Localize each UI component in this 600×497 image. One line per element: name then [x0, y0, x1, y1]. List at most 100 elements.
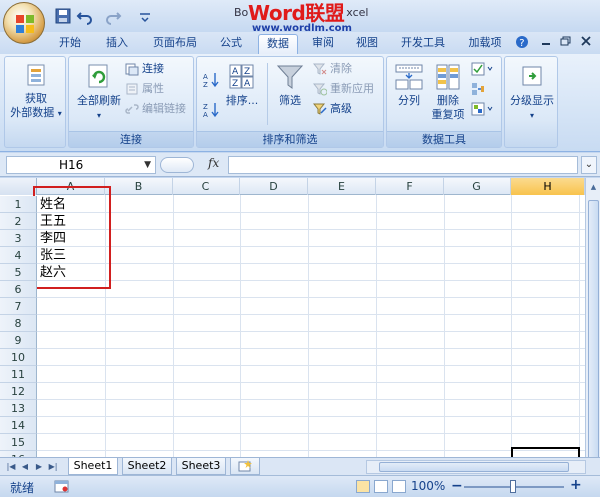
- tab-view[interactable]: 视图: [350, 34, 384, 54]
- properties-button[interactable]: 属性: [125, 80, 164, 98]
- advanced-button[interactable]: 高级: [312, 100, 352, 118]
- next-sheet-icon[interactable]: ▶: [34, 461, 44, 473]
- chevron-down-icon[interactable]: ▼: [144, 157, 151, 173]
- close-icon[interactable]: [578, 35, 594, 51]
- minimize-icon[interactable]: [538, 35, 554, 51]
- filter-button[interactable]: 筛选: [271, 63, 309, 108]
- data-validation-button[interactable]: [471, 60, 498, 78]
- active-cell-h16[interactable]: [511, 447, 580, 457]
- tab-addins[interactable]: 加载项: [462, 34, 508, 54]
- refresh-all-button[interactable]: 全部刷新 ▾: [73, 63, 125, 123]
- sheet-tab-sheet2[interactable]: Sheet2: [122, 458, 172, 475]
- text-to-columns-button[interactable]: 分列: [391, 63, 427, 108]
- insert-function-icon[interactable]: fx: [208, 156, 219, 170]
- horizontal-scrollbar[interactable]: [366, 460, 586, 474]
- row-header-7[interactable]: 7: [0, 298, 37, 315]
- row-header-5[interactable]: 5: [0, 264, 37, 281]
- text-to-columns-label: 分列: [398, 94, 420, 107]
- outline-button[interactable]: 分级显示 ▾: [506, 63, 558, 123]
- tab-insert[interactable]: 插入: [99, 34, 135, 54]
- undo-icon[interactable]: [76, 7, 94, 25]
- save-icon[interactable]: [54, 7, 72, 25]
- zoom-slider-thumb[interactable]: [510, 480, 516, 493]
- normal-view-icon[interactable]: [356, 480, 370, 493]
- page-break-view-icon[interactable]: [392, 480, 406, 493]
- row-header-6[interactable]: 6: [0, 281, 37, 298]
- row-header-15[interactable]: 15: [0, 434, 37, 451]
- grid-vline: [240, 195, 241, 457]
- row-header-10[interactable]: 10: [0, 349, 37, 366]
- name-box[interactable]: H16 ▼: [6, 156, 156, 174]
- grid-hline: [37, 365, 585, 366]
- column-header-c[interactable]: C: [172, 178, 240, 195]
- clear-button[interactable]: 清除: [312, 60, 352, 78]
- consolidate-button[interactable]: [471, 80, 488, 98]
- column-header-f[interactable]: F: [376, 178, 444, 195]
- row-header-3[interactable]: 3: [0, 230, 37, 247]
- remove-duplicates-button[interactable]: 删除 重复项: [429, 63, 467, 122]
- svg-text:Z: Z: [203, 81, 208, 89]
- remove-duplicates-icon: [436, 64, 460, 90]
- tab-review[interactable]: 审阅: [306, 34, 340, 54]
- zoom-level[interactable]: 100%: [411, 479, 445, 493]
- sheet-tab-sheet3[interactable]: Sheet3: [176, 458, 226, 475]
- first-sheet-icon[interactable]: |◀: [6, 461, 16, 473]
- column-header-h[interactable]: H: [511, 178, 585, 195]
- sort-button[interactable]: A Z Z A 排序...: [223, 63, 261, 108]
- customize-toolbar-icon[interactable]: [138, 7, 152, 25]
- select-all-corner[interactable]: [0, 178, 37, 195]
- row-header-14[interactable]: 14: [0, 417, 37, 434]
- worksheet-grid[interactable]: ABCDEFGH 姓名 王五 李四 张三 赵六 1 2 3 4 5 6 7 8 9 10 11 12 13 14 1…: [0, 178, 585, 457]
- sort-ascending-button[interactable]: AZ: [203, 71, 222, 89]
- macro-record-icon[interactable]: [54, 480, 70, 494]
- get-external-data-button[interactable]: 获取 外部数据 ▾: [9, 63, 63, 121]
- row-header-8[interactable]: 8: [0, 315, 37, 332]
- scroll-up-icon[interactable]: ▲: [588, 182, 599, 192]
- prev-sheet-icon[interactable]: ◀: [20, 461, 30, 473]
- zoom-in-icon[interactable]: +: [570, 477, 582, 493]
- tab-home[interactable]: 开始: [52, 34, 88, 54]
- column-header-b[interactable]: B: [105, 178, 173, 195]
- help-icon[interactable]: ?: [514, 35, 530, 51]
- last-sheet-icon[interactable]: ▶|: [48, 461, 58, 473]
- tab-formulas[interactable]: 公式: [214, 34, 248, 54]
- chevron-down-icon: ▾: [529, 111, 534, 120]
- formula-input[interactable]: [228, 156, 578, 174]
- column-header-d[interactable]: D: [240, 178, 308, 195]
- edit-links-button[interactable]: 编辑链接: [125, 100, 186, 118]
- formula-bar-toggle[interactable]: [160, 157, 194, 173]
- expand-formula-bar-icon[interactable]: ⌄: [581, 156, 597, 174]
- insert-sheet-button[interactable]: [230, 458, 260, 475]
- vertical-scrollbar[interactable]: ▲: [585, 178, 600, 460]
- restore-icon[interactable]: [558, 35, 574, 51]
- tab-data[interactable]: 数据: [258, 34, 298, 54]
- what-if-button[interactable]: [471, 100, 498, 118]
- horizontal-scroll-thumb[interactable]: [379, 462, 569, 472]
- zoom-out-icon[interactable]: −: [451, 478, 463, 494]
- vertical-scroll-thumb[interactable]: [588, 200, 599, 460]
- sort-label: 排序...: [225, 94, 259, 107]
- column-header-e[interactable]: E: [308, 178, 376, 195]
- row-header-12[interactable]: 12: [0, 383, 37, 400]
- sort-descending-button[interactable]: ZA: [203, 101, 222, 119]
- row-header-2[interactable]: 2: [0, 213, 37, 230]
- redo-icon[interactable]: [104, 7, 122, 25]
- row-header-1[interactable]: 1: [0, 196, 37, 213]
- reapply-button[interactable]: 重新应用: [312, 80, 374, 98]
- column-header-g[interactable]: G: [443, 178, 511, 195]
- row-header-11[interactable]: 11: [0, 366, 37, 383]
- row-header-9[interactable]: 9: [0, 332, 37, 349]
- row-header-13[interactable]: 13: [0, 400, 37, 417]
- tab-developer[interactable]: 开发工具: [394, 34, 452, 54]
- row-header-4[interactable]: 4: [0, 247, 37, 264]
- sheet-tab-sheet1[interactable]: Sheet1: [68, 458, 118, 475]
- database-icon: [27, 64, 45, 86]
- office-button[interactable]: [3, 2, 45, 44]
- insert-sheet-icon: [238, 460, 252, 472]
- ribbon-tabs: 开始 插入 页面布局 公式 数据 审阅 视图 开发工具 加载项 ?: [0, 32, 600, 54]
- tab-page-layout[interactable]: 页面布局: [146, 34, 204, 54]
- connections-button[interactable]: 连接: [125, 60, 164, 78]
- page-layout-view-icon[interactable]: [374, 480, 388, 493]
- advanced-label: 高级: [330, 102, 352, 115]
- consolidate-icon: [472, 83, 484, 95]
